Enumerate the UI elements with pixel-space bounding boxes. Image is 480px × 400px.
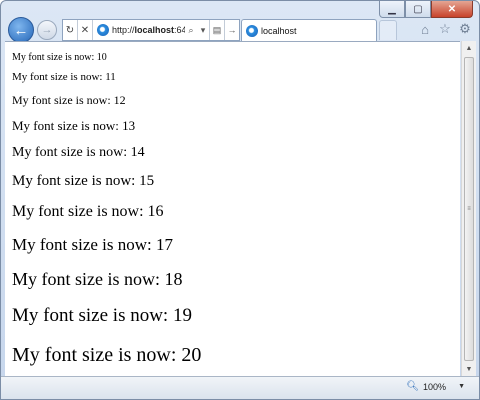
font-size-line: My font size is now: 18 (12, 269, 183, 289)
browser-window: ▁ ▢ ✕ ← → ↻ ✕ http://localhost:64 ⌕ ▾ ▤ … (0, 0, 480, 400)
url-port: :64 (174, 25, 185, 35)
status-bar: 🔍︎ 100% ▼ (1, 376, 479, 399)
back-button[interactable]: ← (8, 17, 34, 43)
font-size-line: My font size is now: 14 (12, 145, 145, 160)
scroll-up-icon[interactable]: ▲ (462, 41, 476, 56)
forward-button[interactable]: → (37, 20, 57, 40)
scroll-down-icon[interactable]: ▼ (462, 362, 476, 377)
go-icon[interactable]: → (224, 20, 239, 40)
url-scheme: http:// (112, 25, 135, 35)
new-tab-button[interactable] (379, 20, 397, 40)
site-favicon-icon (97, 24, 109, 36)
back-arrow-icon: ← (13, 21, 29, 39)
browser-toolbar: ⌂ ☆ ⚙ (418, 21, 472, 37)
stop-icon[interactable]: ✕ (78, 20, 93, 40)
font-size-line: My font size is now: 11 (12, 71, 116, 83)
address-bar[interactable]: ↻ ✕ http://localhost:64 ⌕ ▾ ▤ → (62, 19, 240, 41)
font-size-line: My font size is now: 12 (12, 93, 126, 107)
zoom-dropdown-icon[interactable]: ▼ (458, 383, 465, 390)
vertical-scrollbar[interactable]: ▲ ≡ ▼ (461, 41, 476, 377)
font-size-line: My font size is now: 13 (12, 118, 136, 133)
magnifier-icon: 🔍︎ (406, 381, 420, 392)
font-size-line: My font size is now: 16 (12, 203, 164, 220)
url-host: localhost (134, 25, 175, 35)
scrollbar-thumb[interactable]: ≡ (464, 57, 474, 361)
zoom-level: 100% (423, 381, 447, 392)
star-icon[interactable]: ☆ (438, 21, 452, 36)
compatibility-view-icon[interactable]: ▤ (209, 20, 224, 40)
url-text[interactable]: http://localhost:64 (112, 25, 185, 35)
tab-favicon-icon (246, 25, 258, 37)
font-size-line: My font size is now: 10 (12, 52, 107, 63)
zoom-control[interactable]: 🔍︎ 100% ▼ (406, 381, 465, 392)
forward-arrow-icon: → (41, 24, 53, 36)
refresh-icon[interactable]: ↻ (63, 20, 78, 40)
font-size-line: My font size is now: 20 (12, 344, 202, 366)
search-icon[interactable]: ⌕ (185, 20, 197, 40)
home-icon[interactable]: ⌂ (418, 22, 432, 37)
page-content: My font size is now: 10 My font size is … (5, 41, 460, 378)
font-size-line: My font size is now: 19 (12, 305, 192, 326)
tab-title: localhost (261, 26, 297, 36)
address-dropdown-icon[interactable]: ▾ (197, 20, 209, 40)
gear-icon[interactable]: ⚙ (458, 21, 472, 36)
font-size-line: My font size is now: 15 (12, 173, 155, 189)
tab-localhost[interactable]: localhost (241, 19, 377, 42)
font-size-line: My font size is now: 17 (12, 235, 174, 254)
